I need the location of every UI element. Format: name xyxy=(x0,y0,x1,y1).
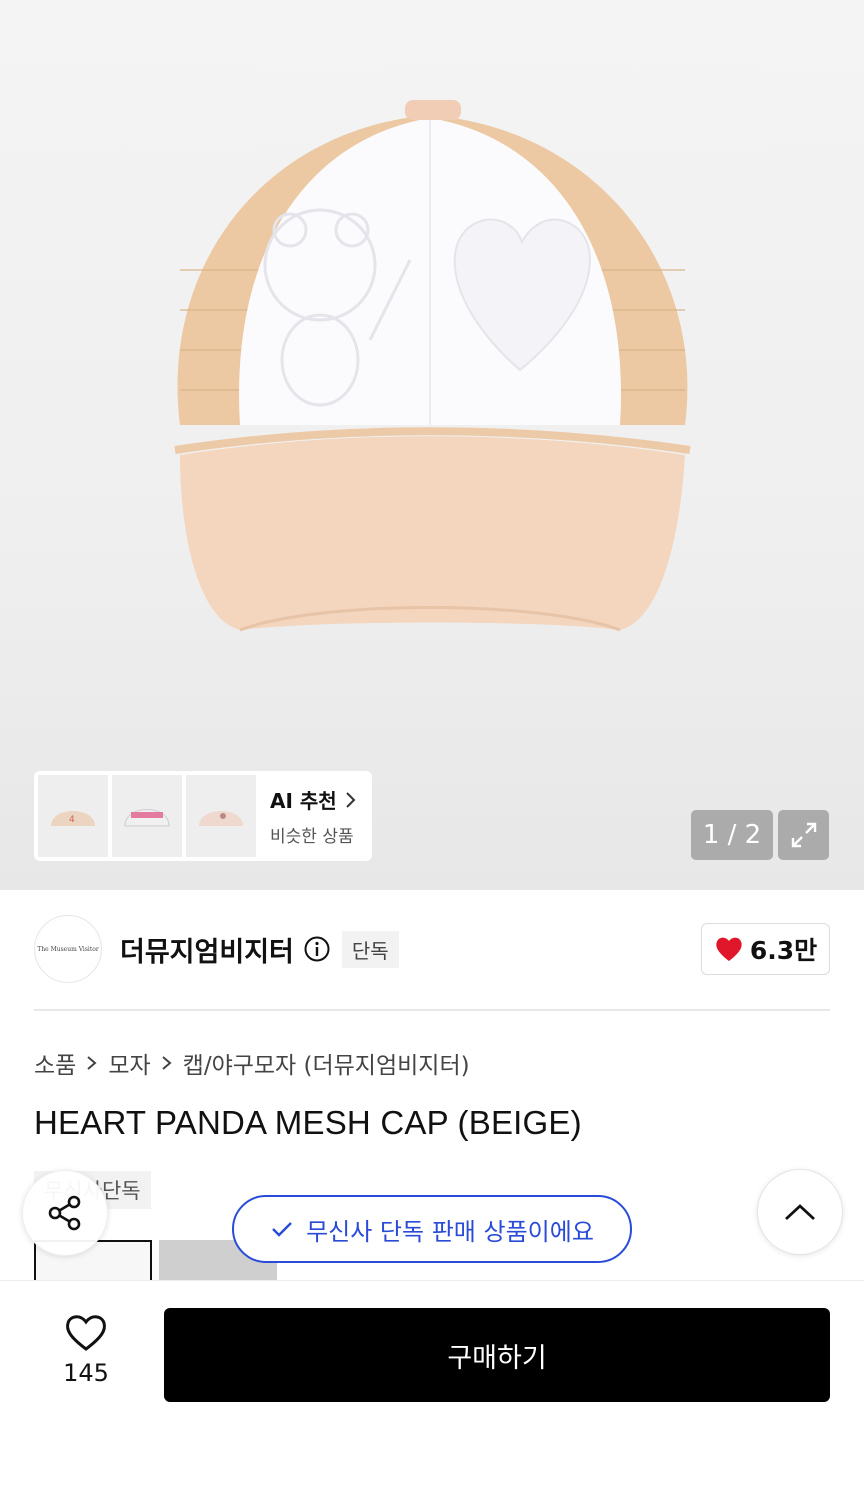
cap-thumbnail-icon xyxy=(199,811,243,826)
share-icon xyxy=(48,1195,81,1231)
exclusive-toast: 무신사 단독 판매 상품이에요 xyxy=(232,1195,632,1263)
breadcrumb-item-hats[interactable]: 모자 xyxy=(108,1046,150,1080)
product-title: HEART PANDA MESH CAP (BEIGE) xyxy=(34,1104,582,1141)
wishlist-count: 145 xyxy=(63,1359,109,1387)
ai-recommend-text[interactable]: AI 추천 비슷한 상품 xyxy=(270,785,357,847)
svg-text:4: 4 xyxy=(69,815,75,825)
recommend-thumb-3[interactable] xyxy=(186,775,256,857)
info-icon[interactable] xyxy=(304,936,330,962)
share-button[interactable] xyxy=(22,1170,108,1256)
expand-icon xyxy=(791,822,816,848)
ai-recommend-strip[interactable]: 4 AI 추천 비슷한 상품 xyxy=(34,771,372,861)
recommend-thumb-2[interactable] xyxy=(112,775,182,857)
check-icon xyxy=(272,1222,292,1237)
breadcrumb: 소품 모자 캡/야구모자 (더뮤지엄비지터) xyxy=(34,1046,470,1080)
brand-like-button[interactable]: 6.3만 xyxy=(701,923,830,975)
product-image-gallery[interactable]: 4 AI 추천 비슷한 상품 1 / 2 xyxy=(0,0,864,890)
chevron-right-icon xyxy=(87,1056,97,1070)
expand-button[interactable] xyxy=(778,810,829,860)
ai-recommend-label: AI 추천 xyxy=(270,789,337,813)
chevron-right-icon xyxy=(162,1056,172,1070)
heart-filled-icon xyxy=(716,937,742,961)
wishlist-button[interactable]: 145 xyxy=(44,1313,128,1387)
chevron-up-icon xyxy=(785,1204,815,1221)
ai-recommend-title: AI 추천 xyxy=(270,785,357,814)
scroll-top-button[interactable] xyxy=(757,1169,843,1255)
chevron-right-icon xyxy=(345,791,356,808)
breadcrumb-item-caps[interactable]: 캡/야구모자 (더뮤지엄비지터) xyxy=(183,1046,470,1080)
exclusive-tag: 단독 xyxy=(341,930,399,968)
recommend-thumb-1[interactable]: 4 xyxy=(38,775,108,857)
brand-logo[interactable]: The Museum Visitor xyxy=(34,915,102,983)
brand-like-count: 6.3만 xyxy=(749,936,818,965)
image-counter: 1 / 2 xyxy=(691,810,773,860)
section-divider xyxy=(34,1009,830,1011)
bottom-action-bar: 145 구매하기 xyxy=(0,1280,864,1500)
brand-name[interactable]: 더뮤지엄비지터 xyxy=(120,930,294,969)
buy-button[interactable]: 구매하기 xyxy=(164,1308,830,1402)
cap-thumbnail-icon: 4 xyxy=(51,811,95,826)
product-main-image xyxy=(174,100,691,632)
ai-recommend-subtitle: 비슷한 상품 xyxy=(270,827,354,847)
toast-text: 무신사 단독 판매 상품이에요 xyxy=(306,1217,594,1246)
cap-thumbnail-icon xyxy=(124,809,170,827)
brand-row: The Museum Visitor 더뮤지엄비지터 단독 6.3만 xyxy=(34,913,830,985)
heart-outline-icon xyxy=(66,1315,106,1351)
breadcrumb-item-accessories[interactable]: 소품 xyxy=(34,1046,76,1080)
